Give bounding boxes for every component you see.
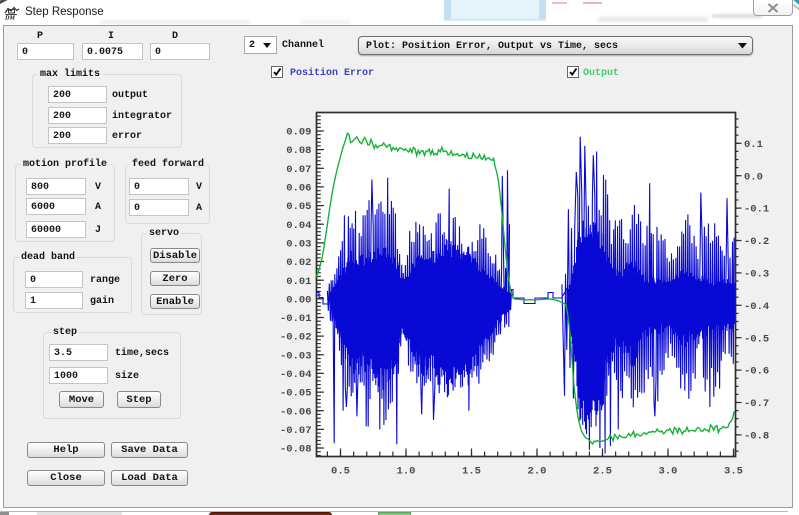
- svg-text:-0.8: -0.8: [744, 431, 769, 443]
- svg-text:0.00: 0.00: [286, 294, 311, 306]
- svg-text:-0.06: -0.06: [280, 406, 312, 418]
- svg-text:-0.2: -0.2: [744, 236, 769, 248]
- svg-text:0.07: 0.07: [286, 164, 311, 176]
- svg-text:0.0: 0.0: [744, 171, 763, 183]
- svg-text:0.08: 0.08: [286, 145, 311, 157]
- svg-text:0.04: 0.04: [286, 220, 311, 232]
- svg-text:-0.01: -0.01: [280, 313, 312, 325]
- svg-text:3.0: 3.0: [659, 466, 678, 478]
- svg-text:0.06: 0.06: [286, 183, 311, 195]
- svg-text:0.02: 0.02: [286, 257, 311, 269]
- svg-text:-0.1: -0.1: [744, 204, 769, 216]
- svg-text:-0.5: -0.5: [744, 333, 769, 345]
- svg-text:3.5: 3.5: [724, 466, 743, 478]
- svg-text:-0.4: -0.4: [744, 301, 769, 313]
- svg-text:0.09: 0.09: [286, 127, 311, 139]
- svg-text:1.5: 1.5: [462, 466, 481, 478]
- svg-text:-0.04: -0.04: [280, 369, 312, 381]
- svg-text:-0.02: -0.02: [280, 332, 312, 344]
- svg-text:0.1: 0.1: [744, 139, 763, 151]
- svg-text:0.5: 0.5: [331, 466, 350, 478]
- svg-text:-0.7: -0.7: [744, 398, 769, 410]
- svg-text:2.5: 2.5: [593, 466, 612, 478]
- svg-text:1.0: 1.0: [397, 466, 416, 478]
- svg-text:0.05: 0.05: [286, 201, 311, 213]
- svg-text:-0.05: -0.05: [280, 388, 312, 400]
- svg-text:2.0: 2.0: [528, 466, 547, 478]
- svg-text:0.03: 0.03: [286, 239, 311, 251]
- svg-text:-0.6: -0.6: [744, 366, 769, 378]
- svg-text:-0.07: -0.07: [280, 425, 312, 437]
- svg-text:0.01: 0.01: [286, 276, 311, 288]
- svg-text:-0.03: -0.03: [280, 350, 312, 362]
- svg-text:-0.3: -0.3: [744, 269, 769, 281]
- svg-text:-0.08: -0.08: [280, 444, 312, 456]
